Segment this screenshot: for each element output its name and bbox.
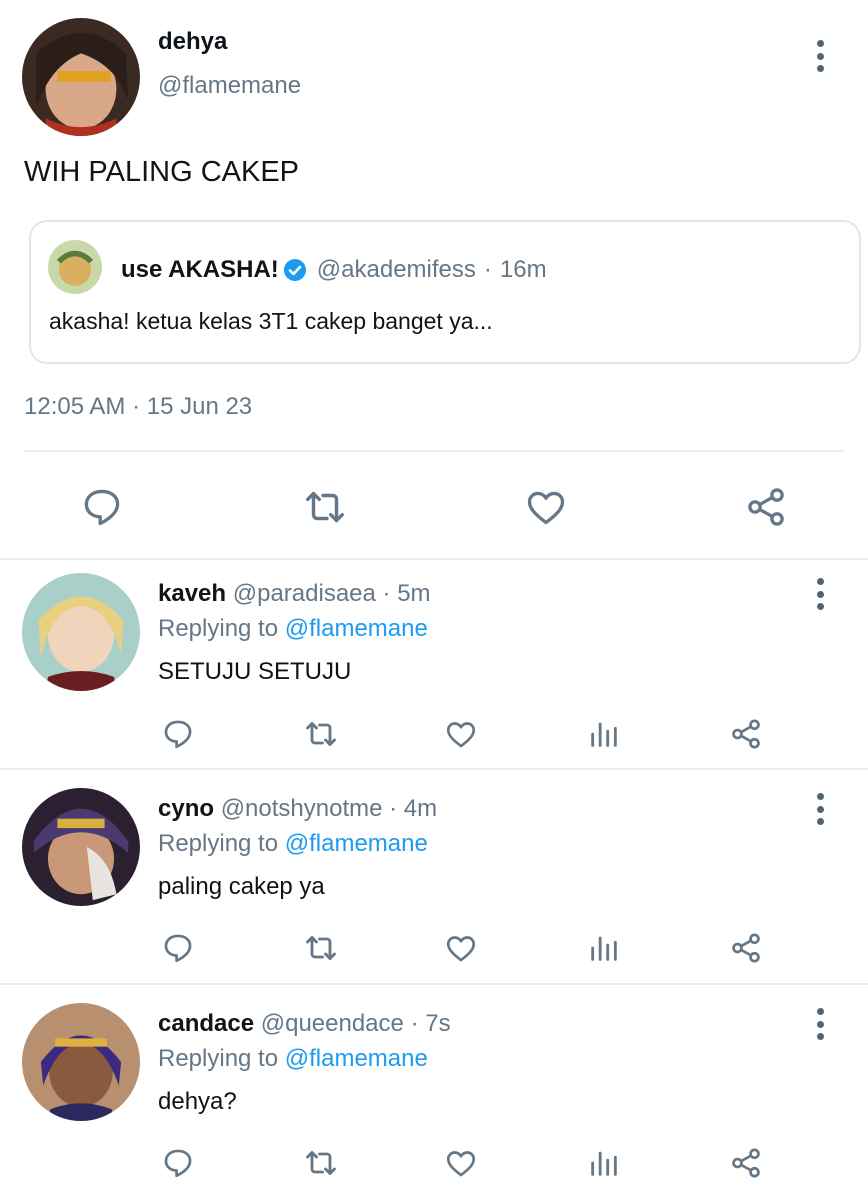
reply-author-name[interactable]: cyno xyxy=(158,795,214,822)
quote-text: akasha! ketua kelas 3T1 cakep banget ya.… xyxy=(49,308,493,334)
avatar-cyno[interactable] xyxy=(22,788,140,906)
quote-separator: · xyxy=(483,256,492,283)
analytics-icon xyxy=(591,1151,617,1176)
retweet-button[interactable] xyxy=(300,714,342,754)
tweet-timestamp[interactable]: 12:05 AM · 15 Jun 23 xyxy=(24,393,252,421)
reply-time: · 4m xyxy=(389,795,438,822)
share-icon xyxy=(732,1148,760,1178)
share-icon xyxy=(732,933,760,963)
reply-text: SETUJU SETUJU xyxy=(158,658,352,685)
like-button[interactable] xyxy=(520,482,572,532)
more-icon[interactable] xyxy=(810,38,830,74)
reply-author-handle[interactable]: @notshynotme xyxy=(221,795,383,822)
verified-icon xyxy=(283,258,307,282)
more-icon[interactable] xyxy=(810,791,830,827)
share-icon xyxy=(748,488,784,526)
avatar-kaveh[interactable] xyxy=(22,573,140,691)
retweet-icon xyxy=(306,491,344,523)
retweet-icon xyxy=(306,936,336,960)
quote-author-name: use AKASHA! xyxy=(121,256,279,283)
replying-to-label: Replying to xyxy=(158,1045,279,1072)
analytics-button[interactable] xyxy=(584,714,624,754)
reply-divider xyxy=(0,768,868,770)
retweet-button[interactable] xyxy=(300,928,342,968)
reply-author-handle[interactable]: @queendace xyxy=(261,1010,404,1037)
reply-button[interactable] xyxy=(158,1143,198,1183)
reply-text: dehya? xyxy=(158,1088,237,1115)
reply-button[interactable] xyxy=(158,928,198,968)
comment-icon xyxy=(164,934,192,963)
analytics-icon xyxy=(591,722,617,747)
reply-divider xyxy=(0,983,868,985)
replying-to-link[interactable]: @flamemane xyxy=(285,1045,428,1072)
retweet-button[interactable] xyxy=(300,1143,342,1183)
replying-to-link[interactable]: @flamemane xyxy=(285,615,428,642)
quote-author-handle: @akademifess xyxy=(316,256,476,283)
retweet-icon xyxy=(306,722,336,746)
like-button[interactable] xyxy=(441,714,481,754)
analytics-button[interactable] xyxy=(584,928,624,968)
like-button[interactable] xyxy=(441,928,481,968)
avatar-akademifess xyxy=(48,240,102,294)
section-divider xyxy=(0,558,868,560)
reply-author-name[interactable]: kaveh xyxy=(158,580,226,607)
avatar-dehya[interactable] xyxy=(22,18,140,136)
retweet-button[interactable] xyxy=(298,482,352,532)
share-button[interactable] xyxy=(726,928,766,968)
replying-to-label: Replying to xyxy=(158,830,279,857)
like-button[interactable] xyxy=(441,1143,481,1183)
share-button[interactable] xyxy=(740,482,792,532)
comment-icon xyxy=(164,1149,192,1178)
reply-button[interactable] xyxy=(76,482,128,532)
avatar-candace[interactable] xyxy=(22,1003,140,1121)
replying-to-label: Replying to xyxy=(158,615,279,642)
reply-text: paling cakep ya xyxy=(158,873,325,900)
like-icon xyxy=(446,1151,476,1177)
quote-time: 16m xyxy=(499,256,547,283)
like-icon xyxy=(446,722,476,748)
reply-time: · 5m xyxy=(382,580,431,607)
author-handle[interactable]: @flamemane xyxy=(158,72,301,100)
comment-icon xyxy=(84,489,120,526)
reply-button[interactable] xyxy=(158,714,198,754)
share-icon xyxy=(732,719,760,749)
tweet-text: WIH PALING CAKEP xyxy=(24,156,300,188)
reply-author-name[interactable]: candace xyxy=(158,1010,254,1037)
quoted-tweet[interactable]: use AKASHA! @akademifess · 16m akasha! k… xyxy=(29,220,861,364)
like-icon xyxy=(527,491,565,525)
author-name[interactable]: dehya xyxy=(158,28,227,56)
share-button[interactable] xyxy=(726,1143,766,1183)
comment-icon xyxy=(164,720,192,749)
reply-author-handle[interactable]: @paradisaea xyxy=(233,580,376,607)
analytics-button[interactable] xyxy=(584,1143,624,1183)
replying-to-link[interactable]: @flamemane xyxy=(285,830,428,857)
retweet-icon xyxy=(306,1151,336,1175)
more-icon[interactable] xyxy=(810,1006,830,1042)
share-button[interactable] xyxy=(726,714,766,754)
reply-time: · 7s xyxy=(410,1010,451,1037)
divider xyxy=(24,450,844,452)
more-icon[interactable] xyxy=(810,576,830,612)
analytics-icon xyxy=(591,936,617,961)
like-icon xyxy=(446,936,476,962)
